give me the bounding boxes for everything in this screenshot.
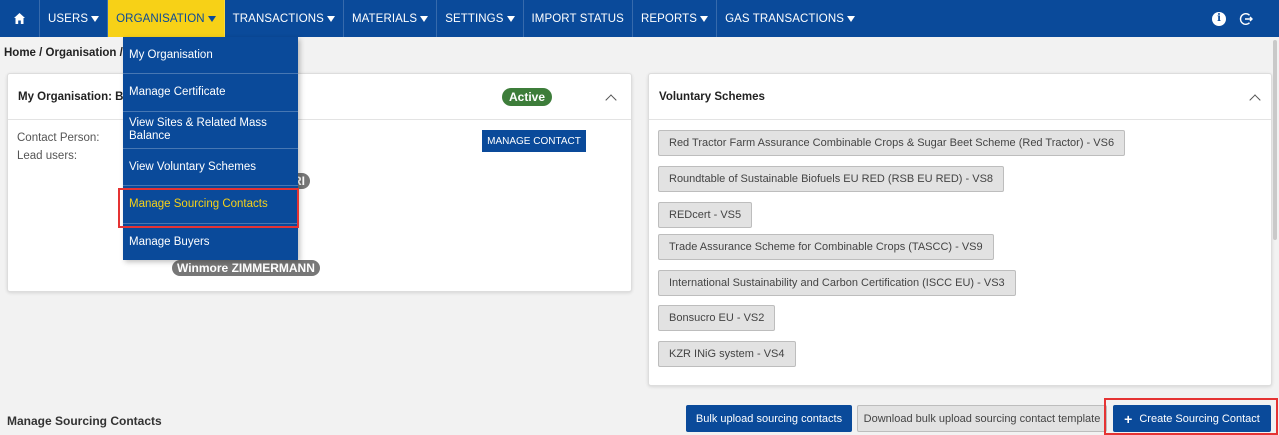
caret-down-icon <box>91 15 100 22</box>
caret-down-icon <box>420 15 429 22</box>
highlight-box <box>118 188 299 228</box>
nav-import-status-label: IMPORT STATUS <box>531 12 624 25</box>
caret-down-icon <box>506 15 515 22</box>
top-navigation: USERS ORGANISATION TRANSACTIONS MATERIAL… <box>0 0 1279 37</box>
home-icon <box>14 13 25 24</box>
nav-users-label: USERS <box>48 12 89 25</box>
nav-settings-label: SETTINGS <box>445 12 504 25</box>
section-title: Manage Sourcing Contacts <box>7 414 162 428</box>
nav-gas-transactions[interactable]: GAS TRANSACTIONS <box>717 0 863 37</box>
caret-down-icon <box>847 15 856 22</box>
highlight-box <box>1104 398 1278 435</box>
nav-home[interactable] <box>0 0 40 37</box>
breadcrumb: Home / Organisation / M <box>4 47 136 59</box>
voluntary-schemes-title: Voluntary Schemes <box>659 90 765 103</box>
lead-users-label: Lead users: <box>17 150 78 162</box>
nav-reports-label: REPORTS <box>640 12 698 25</box>
scheme-item: Red Tractor Farm Assurance Combinable Cr… <box>658 130 1126 156</box>
manage-contact-button[interactable]: MANAGE CONTACT <box>482 130 586 152</box>
scrollbar[interactable] <box>1273 40 1277 240</box>
nav-import-status[interactable]: IMPORT STATUS <box>524 0 633 37</box>
organisation-card: My Organisation: Bel Active Contact Pers… <box>7 73 632 292</box>
caret-down-icon <box>326 15 335 22</box>
chevron-up-icon[interactable] <box>1249 94 1261 106</box>
info-icon[interactable]: i <box>1212 11 1226 26</box>
nav-materials[interactable]: MATERIALS <box>344 0 438 37</box>
nav-organisation[interactable]: ORGANISATION <box>108 0 225 37</box>
voluntary-schemes-card: Voluntary Schemes Red Tractor Farm Assur… <box>648 73 1272 386</box>
voluntary-schemes-header[interactable]: Voluntary Schemes <box>649 74 1271 120</box>
nav-settings[interactable]: SETTINGS <box>437 0 524 37</box>
scheme-item: Bonsucro EU - VS2 <box>658 305 776 331</box>
logout-icon[interactable] <box>1239 12 1253 26</box>
menu-item-manage-certificate[interactable]: Manage Certificate <box>123 74 298 112</box>
menu-item-my-organisation[interactable]: My Organisation <box>123 37 298 74</box>
menu-item-view-sites[interactable]: View Sites & Related Mass Balance <box>123 112 298 149</box>
caret-down-icon <box>207 15 216 22</box>
lead-user-chip: Winmore ZIMMERMANN <box>172 260 320 276</box>
status-badge: Active <box>502 88 553 106</box>
nav-users[interactable]: USERS <box>40 0 109 37</box>
nav-organisation-label: ORGANISATION <box>116 12 205 25</box>
scheme-item: Roundtable of Sustainable Biofuels EU RE… <box>658 166 1005 192</box>
menu-item-view-voluntary-schemes[interactable]: View Voluntary Schemes <box>123 149 298 186</box>
nav-right-tools: i <box>1212 0 1279 37</box>
scheme-item: KZR INiG system - VS4 <box>658 341 796 367</box>
nav-reports[interactable]: REPORTS <box>633 0 718 37</box>
bulk-upload-button[interactable]: Bulk upload sourcing contacts <box>686 405 852 432</box>
caret-down-icon <box>700 15 709 22</box>
nav-materials-label: MATERIALS <box>351 12 418 25</box>
scheme-item: International Sustainability and Carbon … <box>658 270 1016 296</box>
scheme-item: REDcert - VS5 <box>658 202 753 228</box>
organisation-card-header[interactable]: My Organisation: Bel Active <box>8 74 631 120</box>
nav-transactions[interactable]: TRANSACTIONS <box>225 0 344 37</box>
download-template-button[interactable]: Download bulk upload sourcing contact te… <box>857 405 1107 432</box>
chevron-up-icon[interactable] <box>605 94 617 106</box>
organisation-title: My Organisation: Bel <box>18 90 134 103</box>
menu-item-manage-buyers[interactable]: Manage Buyers <box>123 224 298 260</box>
nav-gas-transactions-label: GAS TRANSACTIONS <box>725 12 845 25</box>
scheme-item: Trade Assurance Scheme for Combinable Cr… <box>658 234 994 260</box>
nav-transactions-label: TRANSACTIONS <box>232 12 324 25</box>
contact-person-label: Contact Person: <box>17 132 100 144</box>
